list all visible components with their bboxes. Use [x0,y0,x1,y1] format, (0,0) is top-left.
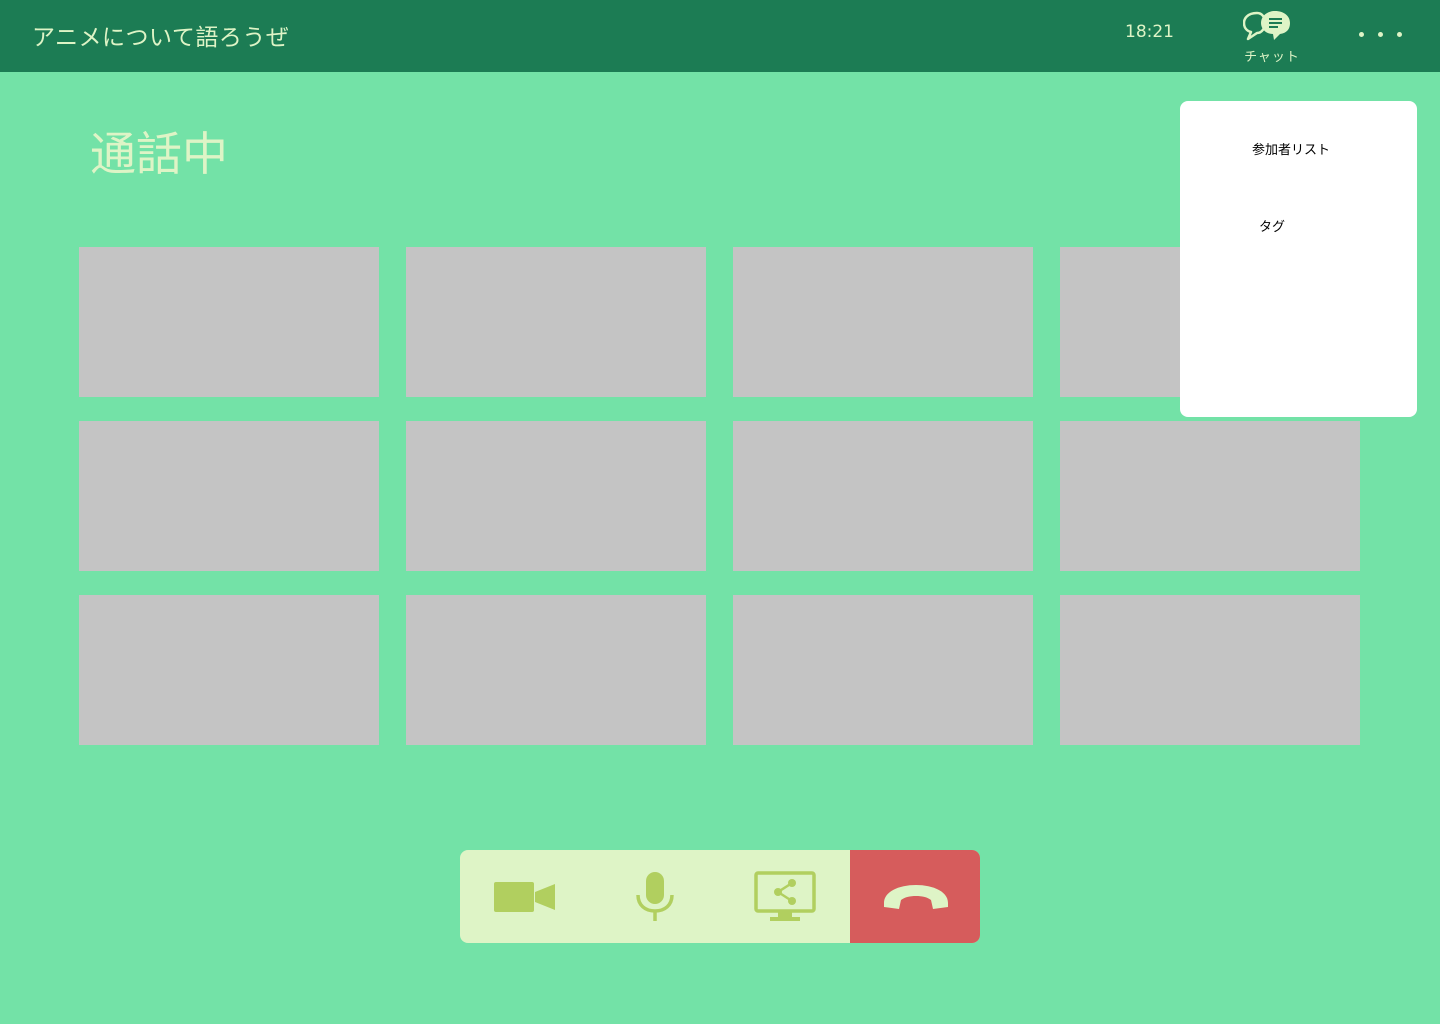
chat-bubble-icon [1243,11,1290,41]
participant-tile[interactable] [79,421,379,571]
participant-tile[interactable] [1060,595,1360,745]
hang-up-button[interactable] [850,850,980,943]
menu-item-participant-list[interactable]: 参加者リスト [1252,139,1330,158]
participant-tile[interactable] [733,595,1033,745]
participant-tile[interactable] [406,247,706,397]
participant-tile[interactable] [733,421,1033,571]
participant-tile[interactable] [79,247,379,397]
call-status-title: 通話中 [90,127,228,181]
microphone-icon [636,872,674,921]
options-menu: 参加者リスト タグ [1180,101,1417,417]
participant-tile[interactable] [733,247,1033,397]
menu-item-tags[interactable]: タグ [1259,216,1285,235]
more-dot [1397,32,1402,37]
chat-button[interactable]: チャット [1236,6,1308,66]
video-camera-icon [494,882,555,912]
microphone-toggle-button[interactable] [590,850,720,943]
more-horizontal-icon [1359,32,1364,37]
camera-toggle-button[interactable] [460,850,590,943]
participant-tile[interactable] [406,595,706,745]
participant-tile[interactable] [1060,421,1360,571]
room-title: アニメについて語ろうぜ [32,25,290,51]
more-dot [1378,32,1383,37]
screen-share-icon [754,871,816,921]
participant-tile[interactable] [406,421,706,571]
participant-tile[interactable] [79,595,379,745]
screen-share-button[interactable] [720,850,850,943]
more-options-button[interactable] [1350,20,1410,50]
clock-time: 18:21 [1125,22,1174,42]
top-app-bar: アニメについて語ろうぜ 18:21 チャット [0,0,1440,72]
phone-hangup-icon [884,885,948,909]
chat-label: チャット [1244,50,1300,65]
call-control-bar [460,850,980,943]
